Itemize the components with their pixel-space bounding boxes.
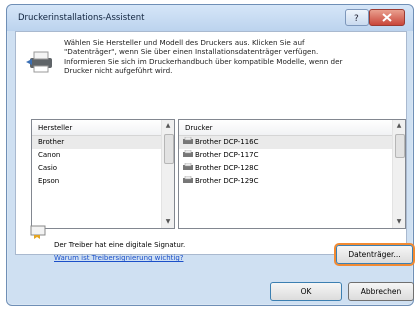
- cancel-button[interactable]: Abbrechen: [348, 282, 414, 301]
- intro-text: Wählen Sie Hersteller und Modell des Dru…: [64, 38, 343, 76]
- scroll-up-icon[interactable]: ▲: [393, 120, 405, 132]
- printer-model-label: Brother DCP-117C: [195, 151, 259, 159]
- manufacturer-header-label: Hersteller: [38, 124, 73, 132]
- list-item-printer[interactable]: Brother DCP-128C: [179, 162, 392, 175]
- list-item-manufacturer[interactable]: Casio: [32, 162, 161, 175]
- scroll-up-icon[interactable]: ▲: [162, 120, 174, 132]
- manufacturer-column-header[interactable]: Hersteller: [32, 120, 161, 136]
- scroll-down-icon[interactable]: ▼: [162, 216, 174, 228]
- svg-text:?: ?: [354, 14, 359, 24]
- signature-status-text: Der Treiber hat eine digitale Signatur.: [54, 241, 186, 249]
- printer-model-icon: [183, 163, 193, 170]
- printer-icon: [26, 51, 52, 73]
- printer-column-header[interactable]: Drucker: [179, 120, 392, 136]
- printer-items: Brother DCP-116C Brother DCP-117C Brothe…: [179, 136, 392, 188]
- help-button[interactable]: ?: [345, 9, 369, 26]
- printer-model-label: Brother DCP-116C: [195, 138, 259, 146]
- manufacturer-items: Brother Canon Casio Epson: [32, 136, 161, 188]
- printer-header-label: Drucker: [185, 124, 213, 132]
- list-item-printer[interactable]: Brother DCP-116C: [179, 136, 392, 149]
- scroll-thumb[interactable]: [164, 134, 174, 164]
- printer-model-label: Brother DCP-128C: [195, 164, 259, 172]
- close-icon: [382, 13, 392, 22]
- scroll-down-icon[interactable]: ▼: [393, 216, 405, 228]
- signature-icon: [30, 225, 46, 239]
- list-item-printer[interactable]: Brother DCP-117C: [179, 149, 392, 162]
- printer-model-list[interactable]: Drucker Brother DCP-116C Brother DCP-117…: [178, 119, 406, 229]
- scroll-thumb[interactable]: [395, 134, 405, 158]
- dialog-content: Wählen Sie Hersteller und Modell des Dru…: [15, 31, 413, 264]
- manufacturer-scrollbar[interactable]: ▲ ▼: [161, 120, 174, 228]
- list-item-manufacturer[interactable]: Brother: [32, 136, 161, 149]
- printer-model-icon: [183, 137, 193, 144]
- close-button[interactable]: [369, 9, 405, 26]
- list-item-printer[interactable]: Brother DCP-129C: [179, 175, 392, 188]
- printer-model-icon: [183, 176, 193, 183]
- manufacturer-list[interactable]: Hersteller Brother Canon Casio Epson ▲ ▼: [31, 119, 175, 229]
- printer-wizard-window: Druckerinstallations-Assistent ? Wählen …: [6, 4, 414, 306]
- driver-signing-link[interactable]: Warum ist Treibersignierung wichtig?: [54, 254, 183, 262]
- printer-model-icon: [183, 150, 193, 157]
- list-item-manufacturer[interactable]: Epson: [32, 175, 161, 188]
- printer-model-label: Brother DCP-129C: [195, 177, 259, 185]
- window-title: Druckerinstallations-Assistent: [18, 13, 145, 23]
- title-bar: Druckerinstallations-Assistent ?: [7, 5, 413, 31]
- list-item-manufacturer[interactable]: Canon: [32, 149, 161, 162]
- printer-scrollbar[interactable]: ▲ ▼: [392, 120, 405, 228]
- help-icon: ?: [354, 14, 359, 24]
- ok-button[interactable]: OK: [270, 282, 342, 301]
- have-disk-button[interactable]: Datenträger...: [336, 245, 413, 264]
